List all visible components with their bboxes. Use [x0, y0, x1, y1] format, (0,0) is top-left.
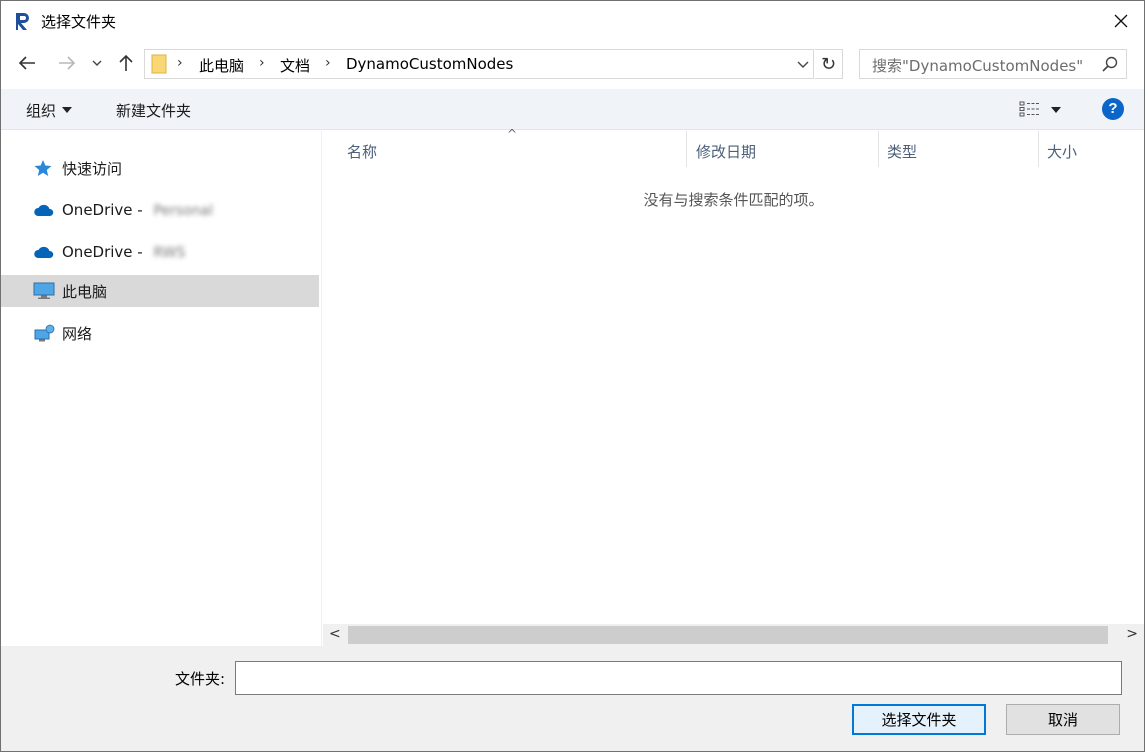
breadcrumb-separator: ›: [177, 55, 183, 71]
arrow-right-icon: [59, 56, 76, 70]
close-button[interactable]: [1098, 1, 1144, 41]
dialog-footer: 文件夹: 选择文件夹 取消: [1, 646, 1144, 751]
column-divider[interactable]: [686, 131, 687, 167]
sidebar-item-label: OneDrive - Personal: [62, 201, 213, 219]
address-row: › 此电脑 › 文档 › DynamoCustomNodes ↻ 搜索"Dyna…: [1, 41, 1144, 87]
sidebar-item-label: OneDrive - RWS: [62, 243, 186, 261]
column-header-date-modified[interactable]: 修改日期: [696, 141, 756, 162]
folder-icon: [151, 54, 167, 74]
search-icon: [1102, 56, 1118, 72]
chevron-down-icon: [797, 61, 809, 68]
star-pin-icon: [34, 160, 52, 176]
breadcrumb-current-folder[interactable]: DynamoCustomNodes: [346, 55, 513, 73]
breadcrumb-separator: ›: [325, 55, 331, 71]
sidebar-item-label: 快速访问: [62, 160, 123, 178]
cloud-icon: [34, 204, 54, 216]
title-bar: 选择文件夹: [1, 1, 1144, 41]
scrollbar-thumb[interactable]: [348, 626, 1108, 644]
computer-icon: [33, 282, 55, 299]
address-bar[interactable]: › 此电脑 › 文档 › DynamoCustomNodes: [144, 49, 814, 79]
organize-menu-button[interactable]: 组织: [26, 100, 73, 121]
new-folder-button[interactable]: 新建文件夹: [116, 100, 191, 121]
redacted-account-name: Personal: [153, 203, 213, 219]
sidebar-item-onedrive-work[interactable]: OneDrive - RWS: [1, 237, 319, 269]
scroll-left-icon[interactable]: <: [329, 626, 341, 642]
dialog-title: 选择文件夹: [41, 13, 117, 31]
cancel-button[interactable]: 取消: [1006, 704, 1120, 735]
sidebar-item-onedrive-personal[interactable]: OneDrive - Personal: [1, 195, 319, 227]
horizontal-scrollbar[interactable]: < >: [323, 624, 1144, 646]
column-header-type[interactable]: 类型: [887, 141, 917, 162]
arrow-left-icon: [18, 56, 35, 70]
caret-down-icon: [62, 106, 73, 113]
new-folder-label: 新建文件夹: [116, 102, 192, 120]
help-icon[interactable]: ?: [1102, 98, 1124, 120]
file-list-view[interactable]: ^ 名称 修改日期 类型 大小 没有与搜索条件匹配的项。: [323, 127, 1144, 624]
empty-results-message: 没有与搜索条件匹配的项。: [643, 191, 824, 209]
sidebar-item-this-pc[interactable]: 此电脑: [1, 275, 319, 307]
view-options-dropdown[interactable]: [1051, 107, 1061, 113]
chevron-down-icon: [92, 60, 102, 66]
column-divider[interactable]: [1038, 131, 1039, 167]
sidebar-item-label: 此电脑: [62, 283, 108, 301]
sidebar-item-label: 网络: [62, 325, 93, 343]
up-button[interactable]: [114, 51, 138, 75]
network-icon: [34, 324, 55, 342]
breadcrumb-documents[interactable]: 文档: [280, 55, 310, 76]
select-folder-button[interactable]: 选择文件夹: [852, 704, 986, 735]
close-icon: [1114, 14, 1128, 28]
redacted-account-name: RWS: [153, 245, 186, 261]
revit-r-icon: [13, 11, 33, 31]
cloud-icon: [34, 246, 54, 258]
column-divider[interactable]: [878, 131, 879, 167]
recent-locations-button[interactable]: [87, 51, 107, 75]
sidebar-item-network[interactable]: 网络: [1, 317, 319, 349]
refresh-icon: ↻: [820, 53, 837, 75]
view-options-icon[interactable]: [1019, 101, 1041, 117]
command-bar: 组织 新建文件夹 ?: [1, 89, 1144, 130]
sort-ascending-icon: ^: [507, 127, 518, 141]
search-placeholder: 搜索"DynamoCustomNodes": [872, 57, 1084, 75]
folder-picker-dialog: 选择文件夹 › 此电脑 › 文档 › DynamoCustomNodes ↻ 搜…: [0, 0, 1145, 752]
column-header-name[interactable]: 名称: [347, 141, 377, 162]
search-input[interactable]: 搜索"DynamoCustomNodes": [859, 49, 1127, 79]
breadcrumb-separator: ›: [259, 55, 265, 71]
refresh-button[interactable]: ↻: [815, 49, 843, 79]
column-header-size[interactable]: 大小: [1047, 141, 1077, 162]
back-button[interactable]: [15, 51, 39, 75]
breadcrumb-this-pc[interactable]: 此电脑: [199, 55, 244, 76]
folder-name-field[interactable]: [235, 661, 1122, 695]
scroll-right-icon[interactable]: >: [1126, 626, 1138, 642]
forward-button[interactable]: [55, 51, 79, 75]
organize-label: 组织: [26, 102, 57, 120]
arrow-up-icon: [119, 54, 133, 71]
folder-field-label: 文件夹:: [175, 670, 226, 688]
sidebar-item-quick-access[interactable]: 快速访问: [1, 152, 319, 184]
navigation-pane: 快速访问 OneDrive - Personal OneDrive - RWS …: [1, 131, 322, 646]
address-history-dropdown[interactable]: [791, 49, 815, 79]
